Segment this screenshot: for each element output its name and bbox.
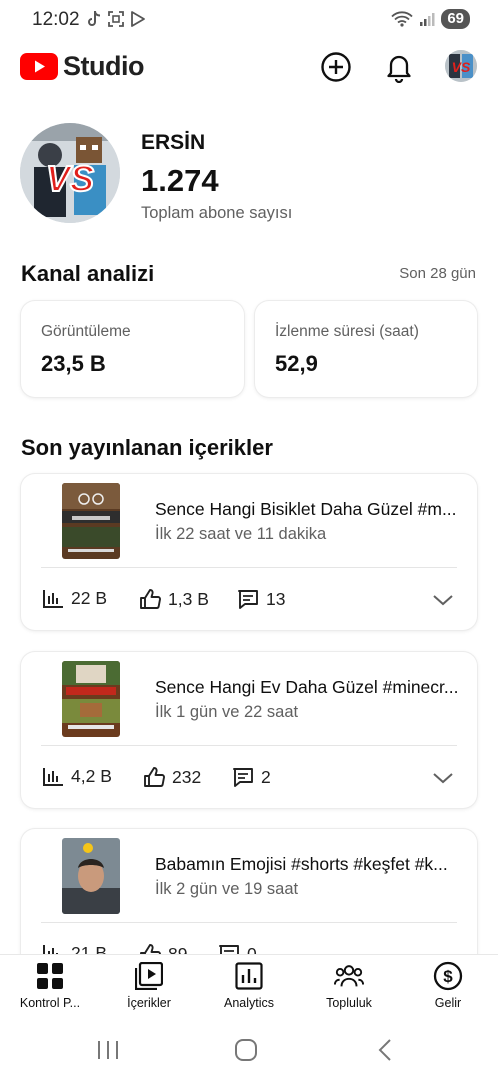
recent-apps-icon[interactable]: [96, 1040, 120, 1060]
dashboard-icon: [35, 961, 65, 991]
channel-avatar-image: VS: [20, 123, 120, 223]
content-card[interactable]: Sence Hangi Bisiklet Daha Güzel #m... İl…: [21, 474, 477, 630]
svg-text:VS: VS: [46, 158, 94, 199]
divider: [41, 922, 457, 923]
tiktok-icon: [88, 10, 101, 26]
video-title[interactable]: Sence Hangi Bisiklet Daha Güzel #m...: [155, 499, 463, 520]
status-time: 12:02: [32, 9, 80, 30]
thumbnail-image: [62, 483, 120, 559]
account-avatar[interactable]: VS: [445, 50, 477, 82]
svg-text:$: $: [443, 967, 453, 986]
svg-text:VS: VS: [452, 59, 471, 75]
logo-text: Studio: [63, 51, 144, 81]
bottom-navigation: Kontrol P... İçerikler Analytics Toplulu…: [0, 954, 498, 1016]
bar-chart-icon: [43, 767, 63, 786]
thumbnail-image: [62, 838, 120, 914]
likes-metric: 232: [143, 766, 201, 788]
home-icon[interactable]: [234, 1039, 258, 1061]
nav-community-label: Topluluk: [326, 996, 372, 1010]
create-button[interactable]: [318, 49, 354, 85]
nav-community[interactable]: Topluluk: [304, 961, 394, 1010]
video-thumbnail[interactable]: [62, 661, 120, 737]
chevron-down-icon[interactable]: [431, 768, 455, 788]
divider: [41, 567, 457, 568]
thumbs-up-icon: [140, 589, 161, 609]
views-count: 22 B: [71, 588, 107, 608]
comment-icon: [233, 768, 253, 787]
likes-count: 232: [172, 766, 202, 787]
system-navigation-bar: [0, 1016, 498, 1080]
watch-time-card[interactable]: İzlenme süresi (saat) 52,9: [255, 301, 477, 397]
video-age: İlk 1 gün ve 22 saat: [155, 703, 299, 721]
comments-count: 2: [261, 766, 271, 787]
analytics-title: Kanal analizi: [21, 261, 155, 286]
views-value: 23,5 B: [41, 351, 106, 376]
battery-indicator: 69: [441, 9, 470, 29]
video-age: İlk 22 saat ve 11 dakika: [155, 525, 327, 543]
video-thumbnail[interactable]: [62, 838, 120, 914]
subscriber-label: Toplam abone sayısı: [141, 204, 293, 222]
screenshot-icon: [108, 11, 124, 27]
analytics-period: Son 28 gün: [399, 265, 476, 282]
comments-metric: 13: [237, 588, 285, 610]
likes-metric: 1,3 B: [139, 588, 209, 610]
comments-count: 13: [266, 588, 286, 609]
add-circle-icon: [321, 52, 351, 82]
nav-earn-label: Gelir: [434, 996, 462, 1010]
comment-icon: [238, 590, 258, 609]
channel-name: ERSİN: [141, 131, 206, 154]
signal-icon: [420, 13, 435, 26]
video-title[interactable]: Babamın Emojisi #shorts #keşfet #k...: [155, 854, 463, 875]
system-status: 69: [391, 9, 470, 29]
thumbnail-image: [62, 661, 120, 737]
notifications-button[interactable]: [381, 49, 417, 85]
bell-icon: [387, 55, 411, 83]
nav-dashboard-label: Kontrol P...: [19, 996, 81, 1010]
chevron-down-icon[interactable]: [431, 590, 455, 610]
nav-dashboard[interactable]: Kontrol P...: [5, 961, 95, 1010]
bar-chart-icon: [43, 589, 63, 608]
back-icon[interactable]: [377, 1039, 393, 1061]
nav-analytics[interactable]: Analytics: [204, 961, 294, 1010]
nav-earn[interactable]: $ Gelir: [403, 961, 493, 1010]
play-store-icon: [131, 11, 145, 27]
video-title[interactable]: Sence Hangi Ev Daha Güzel #minecr...: [155, 677, 463, 698]
nav-content-label: İçerikler: [127, 996, 171, 1010]
views-card[interactable]: Görüntüleme 23,5 B: [21, 301, 244, 397]
views-label: Görüntüleme: [41, 323, 131, 340]
wifi-icon: [391, 11, 413, 27]
nav-content[interactable]: İçerikler: [104, 961, 194, 1010]
avatar-image: VS: [445, 50, 477, 82]
video-thumbnail[interactable]: [62, 483, 120, 559]
subscriber-count: 1.274: [141, 163, 219, 198]
channel-avatar[interactable]: VS: [20, 123, 120, 223]
content-icon: [134, 961, 164, 991]
status-bar: 12:02 69: [0, 0, 498, 38]
youtube-logo-icon: [20, 53, 58, 80]
channel-header: VS ERSİN 1.274 Toplam abone sayısı: [20, 123, 480, 223]
analytics-icon: [234, 961, 264, 991]
top-app-bar: Studio VS: [0, 45, 498, 91]
views-count: 4,2 B: [71, 766, 112, 786]
earn-icon: $: [433, 961, 463, 991]
views-metric: 4,2 B: [42, 766, 112, 787]
likes-count: 1,3 B: [168, 588, 209, 609]
comments-metric: 2: [232, 766, 271, 788]
recent-content-title: Son yayınlanan içerikler: [21, 435, 273, 460]
youtube-studio-logo[interactable]: Studio: [20, 51, 144, 82]
video-age: İlk 2 gün ve 19 saat: [155, 880, 299, 898]
watch-time-label: İzlenme süresi (saat): [275, 323, 419, 340]
views-metric: 22 B: [42, 588, 107, 609]
watch-time-value: 52,9: [275, 351, 318, 376]
notification-icons: [86, 10, 146, 28]
nav-analytics-label: Analytics: [223, 996, 275, 1010]
community-icon: [334, 961, 364, 991]
divider: [41, 745, 457, 746]
thumbs-up-icon: [144, 767, 165, 787]
content-card[interactable]: Sence Hangi Ev Daha Güzel #minecr... İlk…: [21, 652, 477, 808]
